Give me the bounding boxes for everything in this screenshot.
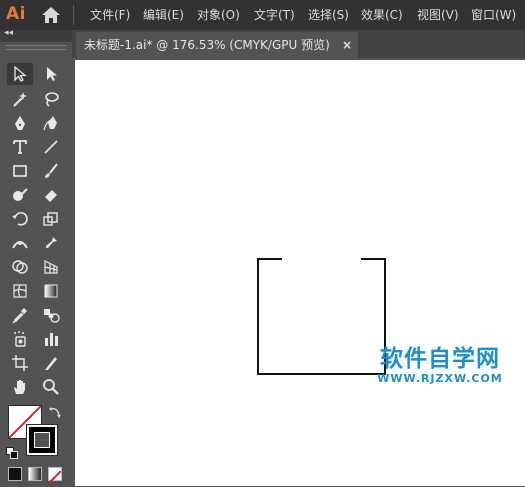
drawn-bracket-shape[interactable] <box>0 0 525 486</box>
watermark-url: WWW.RJZXW.COM <box>377 372 503 385</box>
watermark: 软件自学网 WWW.RJZXW.COM <box>367 345 513 385</box>
watermark-title: 软件自学网 <box>380 346 500 372</box>
